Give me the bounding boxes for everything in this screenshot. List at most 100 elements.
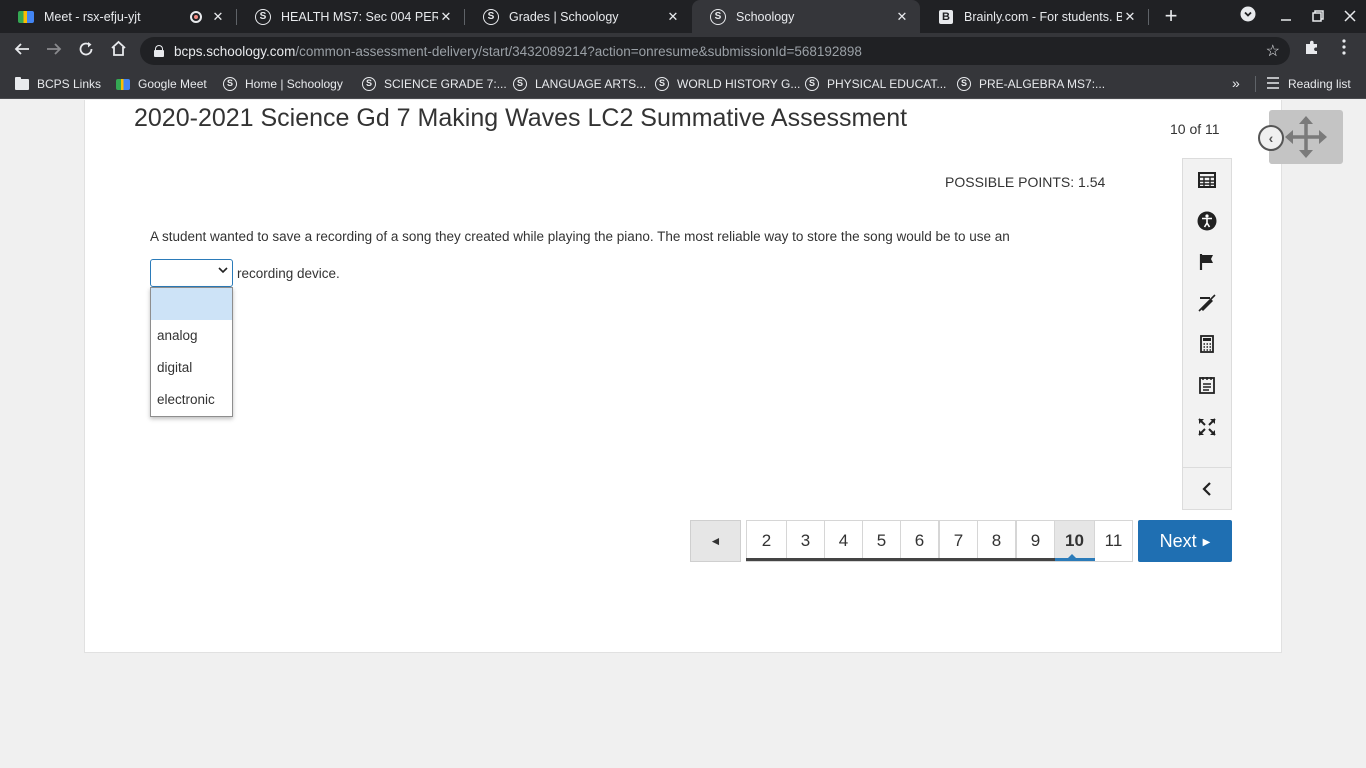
calculator-icon[interactable] [1183, 324, 1231, 364]
more-vert-icon[interactable] [1332, 38, 1356, 62]
tab-title: Meet - rsx-efju-yjt [44, 9, 141, 24]
question-text-end: recording device. [237, 266, 340, 281]
bookmark-label: BCPS Links [37, 77, 102, 91]
tab-meet[interactable]: Meet - rsx-efju-yjt ✕ [0, 0, 236, 33]
page-4[interactable]: 4 [824, 520, 863, 562]
schoology-icon: S [957, 77, 971, 91]
pagination-track [746, 558, 1095, 561]
bookmark-label: PHYSICAL EDUCAT... [827, 77, 947, 91]
accessibility-icon[interactable] [1183, 201, 1231, 241]
schoology-icon: S [513, 77, 527, 91]
page-5[interactable]: 5 [862, 520, 901, 562]
option-digital[interactable]: digital [151, 352, 232, 384]
bookmark-language-arts[interactable]: S LANGUAGE ARTS... [513, 75, 646, 93]
back-arrow-icon[interactable] [9, 38, 35, 64]
forward-arrow-icon[interactable] [41, 38, 67, 64]
schoology-icon: S [805, 77, 819, 91]
option-electronic[interactable]: electronic [151, 384, 232, 416]
previous-question-button[interactable]: ◄ [690, 520, 741, 562]
question-progress: 10 of 11 [1170, 121, 1220, 137]
highlight-off-icon[interactable] [1183, 283, 1231, 323]
bookmark-world-history[interactable]: S WORLD HISTORY G... [655, 75, 800, 93]
bookmark-label: PRE-ALGEBRA MS7:... [979, 77, 1106, 91]
restore-icon[interactable] [1307, 6, 1329, 28]
collapse-chevron-icon[interactable]: ‹ [1258, 125, 1284, 151]
close-icon[interactable]: ✕ [1122, 9, 1138, 25]
move-arrows-icon [1285, 116, 1327, 158]
address-bar[interactable]: bcps.schoology.com/common-assessment-del… [140, 37, 1290, 65]
google-meet-icon [116, 78, 130, 90]
bookmark-science[interactable]: S SCIENCE GRADE 7:... [362, 75, 507, 93]
option-blank[interactable] [151, 288, 232, 320]
tool-rail [1182, 158, 1232, 510]
assessment-title: 2020-2021 Science Gd 7 Making Waves LC2 … [134, 104, 908, 132]
triangle-right-icon: ▶ [1202, 537, 1211, 548]
calendar-icon[interactable] [1183, 160, 1231, 200]
next-label: Next [1159, 531, 1197, 551]
bookmark-physical-ed[interactable]: S PHYSICAL EDUCAT... [805, 75, 946, 93]
bookmarks-bar: BCPS Links Google Meet S Home | Schoolog… [0, 69, 1366, 99]
extensions-puzzle-icon[interactable] [1300, 38, 1324, 62]
browser-toolbar: bcps.schoology.com/common-assessment-del… [0, 33, 1366, 69]
schoology-icon: S [362, 77, 376, 91]
tab-search-icon[interactable] [1237, 6, 1259, 28]
bookmark-star-icon[interactable]: ☆ [1266, 41, 1280, 61]
chevron-down-icon [218, 265, 228, 277]
page-3[interactable]: 3 [786, 520, 825, 562]
close-icon[interactable]: ✕ [438, 9, 454, 25]
bookmark-home-schoology[interactable]: S Home | Schoology [223, 75, 343, 93]
browser-tab-strip: Meet - rsx-efju-yjt ✕ S HEALTH MS7: Sec … [0, 0, 1366, 33]
page-8[interactable]: 8 [977, 520, 1016, 562]
lock-icon[interactable] [154, 45, 164, 57]
page-7[interactable]: 7 [939, 520, 978, 562]
notepad-icon[interactable] [1183, 365, 1231, 405]
reading-list-label: Reading list [1288, 77, 1351, 91]
option-analog[interactable]: analog [151, 320, 232, 352]
tab-title: Brainly.com - For students. By [964, 9, 1122, 24]
reading-list-button[interactable]: Reading list [1266, 75, 1351, 93]
url-path: /common-assessment-delivery/start/343208… [295, 43, 862, 59]
page-6[interactable]: 6 [900, 520, 939, 562]
page-content: 2020-2021 Science Gd 7 Making Waves LC2 … [0, 100, 1366, 768]
tab-grades[interactable]: S Grades | Schoology ✕ [465, 0, 691, 33]
flag-icon[interactable] [1183, 242, 1231, 282]
home-icon[interactable] [105, 38, 131, 64]
tab-schoology-active[interactable]: S Schoology ✕ [692, 0, 920, 33]
close-icon[interactable]: ✕ [210, 9, 226, 25]
schoology-icon: S [710, 8, 726, 25]
page-9[interactable]: 9 [1016, 520, 1055, 562]
new-tab-button[interactable]: + [1160, 5, 1182, 28]
pagination-marker-icon [1067, 554, 1077, 559]
page-2[interactable]: 2 [746, 520, 787, 562]
question-text: A student wanted to save a recording of … [150, 229, 1010, 244]
answer-dropdown-list: analog digital electronic [150, 287, 233, 417]
schoology-icon: S [223, 77, 237, 91]
tab-brainly[interactable]: B Brainly.com - For students. By ✕ [920, 0, 1148, 33]
reading-list-icon [1266, 76, 1280, 92]
more-bookmarks-chevron-icon[interactable]: » [1232, 75, 1240, 91]
possible-points: POSSIBLE POINTS: 1.54 [945, 174, 1106, 190]
close-icon[interactable]: ✕ [894, 9, 910, 25]
page-11[interactable]: 11 [1094, 520, 1133, 562]
schoology-icon: S [483, 8, 499, 25]
collapse-left-icon[interactable] [1183, 469, 1231, 509]
minimize-icon[interactable] [1275, 6, 1297, 28]
close-icon[interactable]: ✕ [665, 9, 681, 25]
bookmark-label: SCIENCE GRADE 7:... [384, 77, 507, 91]
bookmark-label: Home | Schoology [245, 77, 343, 91]
answer-select[interactable] [150, 259, 233, 287]
bookmark-google-meet[interactable]: Google Meet [116, 75, 207, 93]
bookmark-label: WORLD HISTORY G... [677, 77, 801, 91]
reload-icon[interactable] [73, 38, 99, 64]
next-button[interactable]: Next ▶ [1138, 520, 1232, 562]
recording-icon [190, 10, 202, 23]
google-meet-icon [18, 9, 34, 25]
bookmark-pre-algebra[interactable]: S PRE-ALGEBRA MS7:... [957, 75, 1105, 93]
bookmark-bcps-links[interactable]: BCPS Links [15, 75, 101, 93]
tab-title: HEALTH MS7: Sec 004 PER04 [281, 9, 438, 24]
close-window-icon[interactable] [1339, 6, 1361, 28]
fullscreen-icon[interactable] [1183, 407, 1231, 447]
tab-health[interactable]: S HEALTH MS7: Sec 004 PER04 ✕ [237, 0, 464, 33]
schoology-icon: S [655, 77, 669, 91]
tab-title: Schoology [736, 9, 795, 24]
